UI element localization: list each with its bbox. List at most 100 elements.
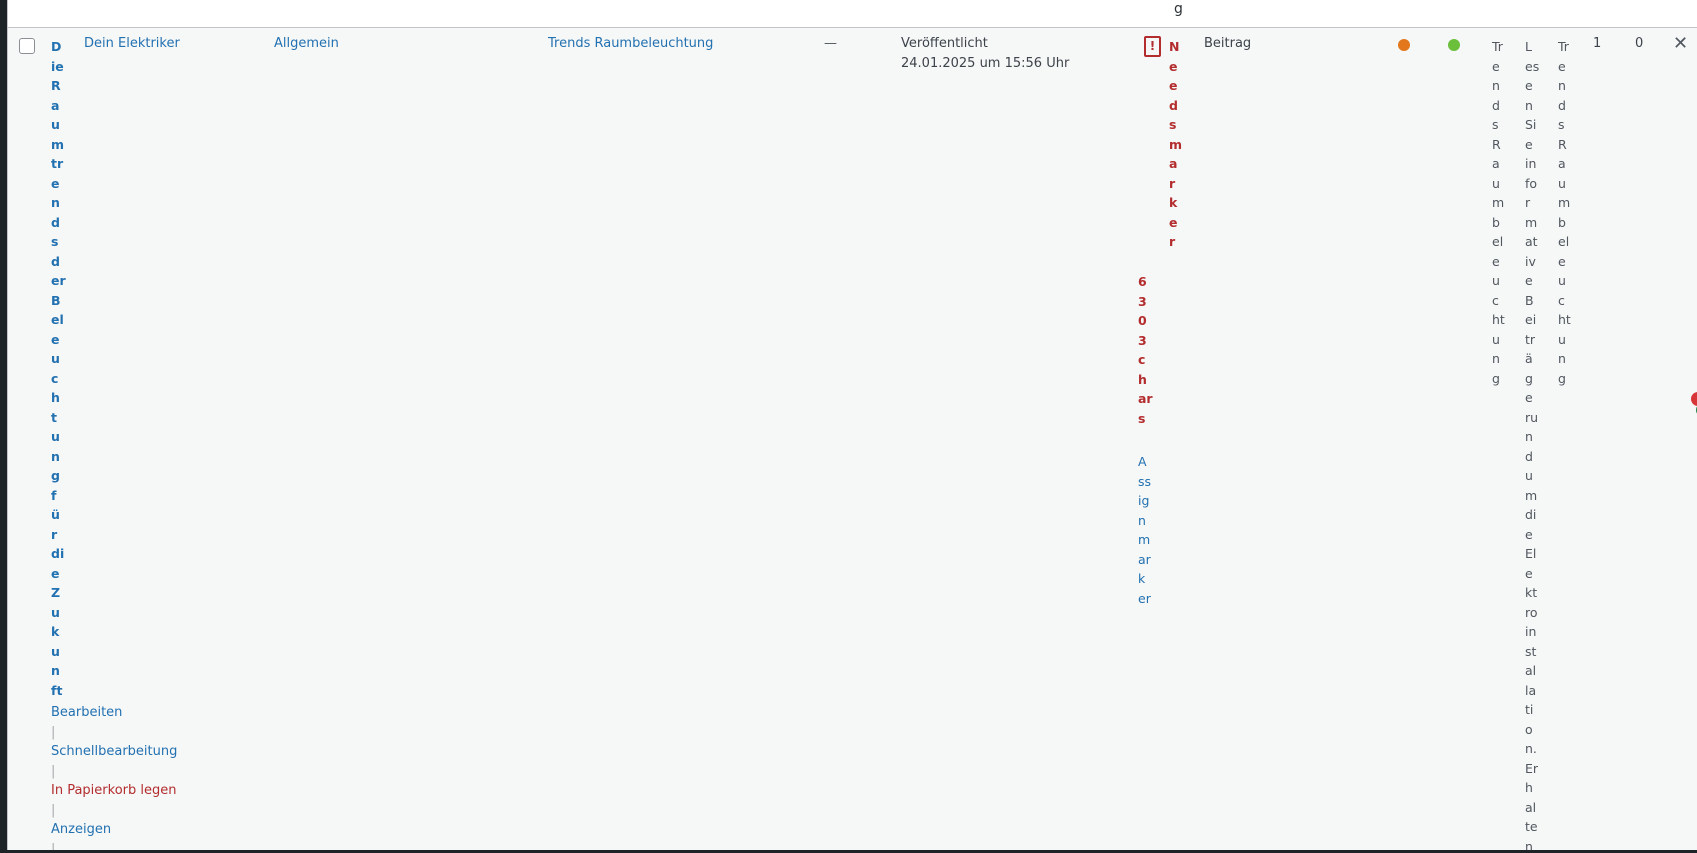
char-fragment: ie: [51, 58, 64, 74]
char-fragment: ro: [1525, 604, 1538, 620]
edge-widget-red[interactable]: [1691, 392, 1697, 406]
char-fragment: er: [1138, 590, 1151, 606]
char-fragment: er: [51, 273, 66, 288]
char-fragment: s: [1492, 117, 1499, 132]
char-fragment: d: [51, 253, 60, 269]
char-fragment: el: [51, 312, 64, 327]
trash-link[interactable]: In Papierkorb legen: [51, 781, 251, 801]
char-fragment: t: [51, 409, 57, 425]
char-fragment: n: [1138, 512, 1146, 528]
char-fragment: in: [1525, 624, 1537, 639]
edit-link[interactable]: Bearbeiten: [51, 703, 251, 723]
category-link[interactable]: Allgemein: [274, 34, 339, 54]
char-fragment: r: [1525, 195, 1531, 210]
char-fragment: g: [1525, 370, 1533, 386]
char-fragment: 3: [1138, 293, 1147, 309]
meta-description-column: Les e n Si e in fo r m at iv e Bei tr ä g e ru n d u m di e El e k…: [1525, 37, 1547, 850]
char-fragment: a: [1169, 156, 1178, 171]
char-fragment: r: [51, 526, 58, 542]
char-fragment: ei: [1525, 312, 1537, 327]
row-select-checkbox[interactable]: [19, 38, 35, 54]
char-fragment: 6: [1138, 274, 1147, 289]
char-fragment: r: [1169, 175, 1176, 191]
action-separator: |: [51, 724, 56, 740]
char-fragment: 0: [1138, 313, 1147, 328]
char-fragment: di: [1525, 507, 1537, 522]
links-count: 1: [1593, 36, 1602, 51]
char-fragment: d: [1525, 448, 1533, 464]
char-fragment: R: [1492, 136, 1501, 152]
char-fragment: d: [1169, 97, 1178, 113]
char-fragment: es: [1525, 58, 1540, 74]
post-title-link[interactable]: Die Ra u m tr e n d s d er Bel e u c h t u n g f ü r di e Zu k u n ft: [51, 37, 73, 700]
quick-edit-link[interactable]: Schnellbearbeitung: [51, 742, 251, 762]
char-fragment: n: [1558, 78, 1566, 93]
char-fragment: e: [1558, 253, 1566, 269]
char-count-warning: 6 3 0 3 c h ar s: [1138, 272, 1158, 428]
char-fragment: u: [51, 429, 60, 444]
char-fragment: b: [1492, 214, 1500, 230]
assign-marker-link[interactable]: Ass ig n m ar k er: [1138, 452, 1158, 608]
post-type: Beitrag: [1204, 36, 1252, 51]
char-fragment: ü: [51, 507, 60, 522]
char-fragment: al: [1525, 663, 1537, 678]
tag-link[interactable]: Trends Raumbeleuchtung: [548, 34, 713, 54]
char-fragment: o: [1525, 721, 1533, 737]
char-fragment: m: [1492, 195, 1505, 210]
view-link[interactable]: Anzeigen: [51, 820, 251, 840]
focus-keyword-column: Tr e n d s Ra u m b el e u c ht u n g: [1492, 37, 1512, 388]
author-link[interactable]: Dein Elektriker: [84, 34, 180, 54]
char-fragment: d: [51, 214, 60, 230]
char-fragment: e: [1525, 565, 1533, 581]
char-fragment: a: [51, 97, 60, 113]
char-fragment: m: [1525, 214, 1538, 230]
char-fragment: n: [51, 663, 60, 678]
char-fragment: fo: [1525, 175, 1538, 191]
char-fragment: c: [1138, 352, 1146, 367]
warning-icon: !: [1144, 36, 1161, 57]
char-fragment: e: [1525, 526, 1533, 542]
char-fragment: Er: [1525, 760, 1539, 776]
char-fragment: ss: [1138, 473, 1152, 489]
char-fragment: ft: [51, 682, 63, 698]
char-fragment: e: [1492, 58, 1500, 74]
char-fragment: s: [1138, 410, 1146, 426]
char-fragment: e: [51, 331, 60, 347]
char-fragment: u: [51, 117, 60, 132]
char-fragment: al: [1525, 799, 1537, 815]
char-fragment: n: [1525, 97, 1533, 113]
posts-table-frame: g Die Ra u m tr e n d s d er Bel e u c h t u n g f ü r di e Zu k u n…: [7, 0, 1697, 850]
char-fragment: B: [1525, 292, 1534, 308]
char-fragment: s: [1169, 117, 1177, 132]
char-fragment: h: [1525, 780, 1533, 795]
char-fragment: di: [51, 546, 65, 561]
char-fragment: u: [51, 351, 60, 366]
char-fragment: k: [51, 624, 60, 639]
char-fragment: h: [1138, 371, 1147, 387]
char-fragment: g: [51, 468, 60, 483]
char-fragment: ht: [1558, 312, 1571, 327]
char-fragment: a: [1558, 156, 1566, 171]
char-fragment: b: [1558, 214, 1566, 230]
char-fragment: e: [1525, 136, 1533, 152]
char-fragment: 3: [1138, 332, 1147, 348]
close-icon[interactable]: ✕: [1673, 34, 1688, 54]
char-fragment: El: [1525, 546, 1537, 561]
char-fragment: e: [1169, 58, 1178, 74]
char-fragment: n: [1492, 78, 1500, 93]
char-fragment: u: [51, 604, 60, 620]
header-column-fragment: g: [1174, 1, 1183, 17]
char-fragment: a: [1492, 156, 1500, 171]
char-fragment: s: [51, 234, 59, 249]
char-fragment: n.: [1525, 741, 1537, 756]
char-fragment: n: [51, 448, 60, 464]
char-fragment: e: [1169, 78, 1178, 93]
needs-marker-label: Needsmarker: [1169, 37, 1189, 252]
char-fragment: m: [1169, 136, 1183, 152]
char-fragment: h: [51, 390, 60, 405]
char-fragment: R: [51, 78, 61, 93]
char-fragment: at: [1525, 234, 1538, 249]
char-fragment: A: [1138, 454, 1147, 469]
char-fragment: f: [51, 487, 57, 503]
char-fragment: iv: [1525, 253, 1536, 269]
